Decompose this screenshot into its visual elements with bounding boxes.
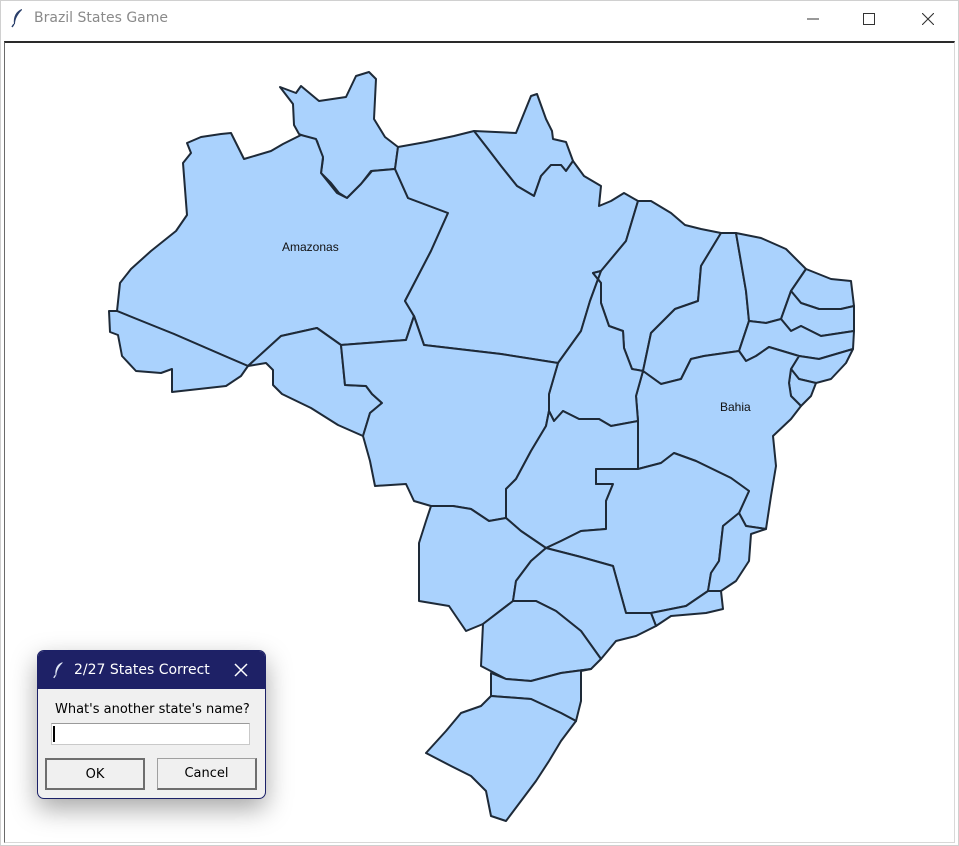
minimize-icon: [807, 18, 819, 20]
state-label-amazonas: Amazonas: [282, 240, 339, 254]
game-window: Brazil States Game Amazonas Bahia 2/27 S…: [0, 0, 959, 846]
state-guess-dialog: 2/27 States Correct What's another state…: [37, 650, 266, 799]
state-rio-grande-do-sul: [425, 695, 577, 822]
text-caret: [53, 726, 55, 742]
feather-icon: [11, 9, 22, 28]
state-name-input[interactable]: [51, 723, 250, 745]
window-titlebar[interactable]: Brazil States Game: [1, 1, 958, 37]
cancel-button[interactable]: Cancel: [157, 758, 257, 790]
close-icon[interactable]: [232, 661, 250, 679]
state-label-bahia: Bahia: [720, 400, 751, 414]
dialog-prompt: What's another state's name?: [55, 702, 250, 717]
close-icon: [922, 13, 934, 25]
maximize-button[interactable]: [846, 1, 892, 37]
maximize-icon: [863, 13, 875, 25]
minimize-button[interactable]: [790, 1, 836, 37]
close-button[interactable]: [905, 1, 951, 37]
dialog-title: 2/27 States Correct: [74, 662, 210, 678]
window-title: Brazil States Game: [34, 10, 168, 26]
dialog-titlebar[interactable]: 2/27 States Correct: [38, 651, 265, 689]
ok-button[interactable]: OK: [45, 758, 145, 790]
feather-icon: [53, 662, 63, 679]
